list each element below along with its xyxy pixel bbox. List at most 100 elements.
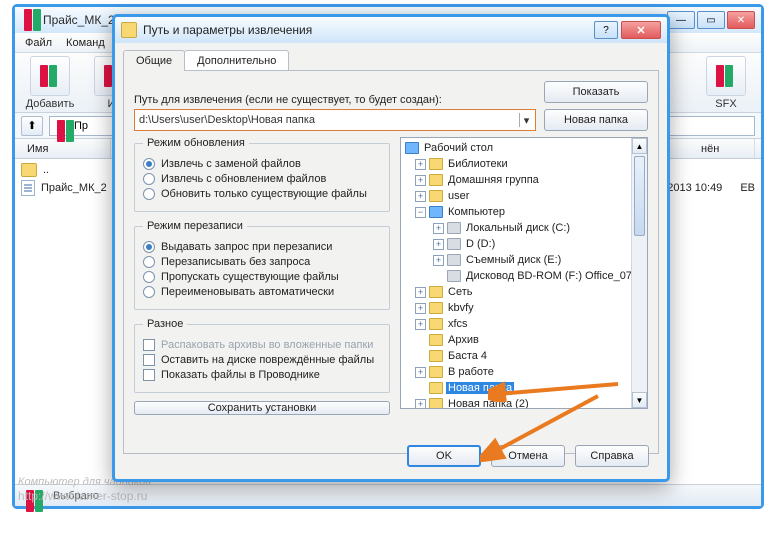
group-update: Режим обновления Извлечь с заменой файло… xyxy=(134,137,390,212)
expand-icon[interactable]: + xyxy=(415,287,426,298)
books-icon xyxy=(37,63,63,89)
scroll-up-icon[interactable]: ▲ xyxy=(632,138,647,154)
radio-ow-3[interactable]: Пропускать существующие файлы xyxy=(143,271,381,283)
tabstrip: Общие Дополнительно xyxy=(123,49,659,70)
radio-ow-2[interactable]: Перезаписывать без запроса xyxy=(143,256,381,268)
node-basta[interactable]: Баста 4 xyxy=(403,348,647,364)
row-file-date: 2013 10:49 xyxy=(667,182,722,194)
watermark-link: http://www.lamer-stop.ru xyxy=(18,490,151,503)
maximize-button[interactable]: ▭ xyxy=(697,11,725,29)
archive-icon xyxy=(54,118,70,134)
expand-icon[interactable]: + xyxy=(415,367,426,378)
node-user[interactable]: +user xyxy=(403,188,647,204)
check-misc-3[interactable]: Показать файлы в Проводнике xyxy=(143,369,381,381)
address-text: Пр xyxy=(74,120,88,132)
books-icon xyxy=(713,63,739,89)
row-file-name: Прайс_МК_2 xyxy=(41,182,107,194)
folder-icon xyxy=(21,163,37,177)
desktop-icon xyxy=(405,142,419,154)
radio-update-2[interactable]: Извлечь с обновлением файлов xyxy=(143,173,381,185)
folder-icon xyxy=(429,334,443,346)
expand-icon[interactable]: + xyxy=(415,159,426,170)
expand-icon[interactable]: + xyxy=(433,255,444,266)
node-libs[interactable]: +Библиотеки xyxy=(403,156,647,172)
col-modified[interactable]: нён xyxy=(695,139,755,158)
up-button[interactable]: ⬆ xyxy=(21,116,43,136)
group-misc-legend: Разное xyxy=(143,318,187,330)
node-archive[interactable]: Архив xyxy=(403,332,647,348)
folder-icon xyxy=(429,174,443,186)
node-xfcs[interactable]: +xfcs xyxy=(403,316,647,332)
drive-icon xyxy=(447,238,461,250)
path-input[interactable]: d:\Users\user\Desktop\Новая папка ▾ xyxy=(134,109,536,131)
expand-icon[interactable]: + xyxy=(433,239,444,250)
radio-icon xyxy=(143,286,155,298)
check-misc-2[interactable]: Оставить на диске повреждённые файлы xyxy=(143,354,381,366)
new-folder-button[interactable]: Новая папка xyxy=(544,109,648,131)
folder-icon xyxy=(429,318,443,330)
checkbox-icon xyxy=(143,339,155,351)
node-newfolder-1[interactable]: Новая папка xyxy=(403,380,647,396)
scroll-thumb[interactable] xyxy=(634,156,645,236)
expand-icon[interactable]: + xyxy=(415,191,426,202)
scroll-down-icon[interactable]: ▼ xyxy=(632,392,647,408)
col-name[interactable]: Имя xyxy=(21,139,111,158)
dialog-icon xyxy=(121,22,137,38)
cancel-button[interactable]: Отмена xyxy=(491,445,565,467)
tool-sfx[interactable]: SFX xyxy=(697,56,755,110)
expand-icon[interactable]: + xyxy=(433,223,444,234)
menu-commands[interactable]: Команд xyxy=(66,37,105,49)
node-drive-d[interactable]: +D (D:) xyxy=(403,236,647,252)
winrar-icon xyxy=(21,12,37,28)
node-work[interactable]: +В работе xyxy=(403,364,647,380)
node-drive-e[interactable]: +Съемный диск (E:) xyxy=(403,252,647,268)
radio-ow-1[interactable]: Выдавать запрос при перезаписи xyxy=(143,241,381,253)
radio-update-1[interactable]: Извлечь с заменой файлов xyxy=(143,158,381,170)
node-homegroup[interactable]: +Домашняя группа xyxy=(403,172,647,188)
ok-button[interactable]: OK xyxy=(407,445,481,467)
node-network[interactable]: +Сеть xyxy=(403,284,647,300)
expand-icon[interactable]: + xyxy=(415,399,426,410)
tree-scrollbar[interactable]: ▲ ▼ xyxy=(631,138,647,408)
tab-panel-general: Путь для извлечения (если не существует,… xyxy=(123,70,659,454)
drive-icon xyxy=(447,254,461,266)
group-overwrite: Режим перезаписи Выдавать запрос при пер… xyxy=(134,220,390,310)
tab-general[interactable]: Общие xyxy=(123,50,185,71)
expand-icon[interactable]: + xyxy=(415,319,426,330)
folder-tree[interactable]: Рабочий стол +Библиотеки +Домашняя групп… xyxy=(400,137,648,409)
check-misc-1: Распаковать архивы во вложенные папки xyxy=(143,339,381,351)
path-label: Путь для извлечения (если не существует,… xyxy=(134,94,536,106)
close-button[interactable]: ✕ xyxy=(727,11,755,29)
menu-file[interactable]: Файл xyxy=(25,37,52,49)
dialog-titlebar[interactable]: Путь и параметры извлечения ? ✕ xyxy=(115,17,667,43)
folder-icon xyxy=(429,366,443,378)
expand-icon[interactable]: + xyxy=(415,303,426,314)
drive-icon xyxy=(447,222,461,234)
radio-ow-4[interactable]: Переименовывать автоматически xyxy=(143,286,381,298)
dialog-close-button[interactable]: ✕ xyxy=(621,21,661,39)
expand-icon[interactable]: + xyxy=(415,175,426,186)
folder-icon xyxy=(429,302,443,314)
checkbox-icon xyxy=(143,369,155,381)
minimize-button[interactable]: — xyxy=(667,11,695,29)
computer-icon xyxy=(429,206,443,218)
tool-add[interactable]: Добавить xyxy=(21,56,79,110)
node-desktop[interactable]: Рабочий стол xyxy=(403,140,647,156)
radio-icon xyxy=(143,241,155,253)
tab-advanced[interactable]: Дополнительно xyxy=(184,50,289,71)
help-button[interactable]: Справка xyxy=(575,445,649,467)
save-settings-button[interactable]: Сохранить установки xyxy=(134,401,390,415)
network-icon xyxy=(429,286,443,298)
collapse-icon[interactable]: − xyxy=(415,207,426,218)
node-drive-c[interactable]: +Локальный диск (C:) xyxy=(403,220,647,236)
path-dropdown-icon[interactable]: ▾ xyxy=(519,113,533,127)
node-computer[interactable]: −Компьютер xyxy=(403,204,647,220)
node-kbvfy[interactable]: +kbvfy xyxy=(403,300,647,316)
group-update-legend: Режим обновления xyxy=(143,137,249,149)
path-value: d:\Users\user\Desktop\Новая папка xyxy=(139,114,315,126)
dialog-help-button[interactable]: ? xyxy=(594,21,618,39)
node-newfolder-2[interactable]: +Новая папка (2) xyxy=(403,396,647,409)
radio-update-3[interactable]: Обновить только существующие файлы xyxy=(143,188,381,200)
show-button[interactable]: Показать xyxy=(544,81,648,103)
node-drive-f[interactable]: Дисковод BD-ROM (F:) Office_07 xyxy=(403,268,647,284)
